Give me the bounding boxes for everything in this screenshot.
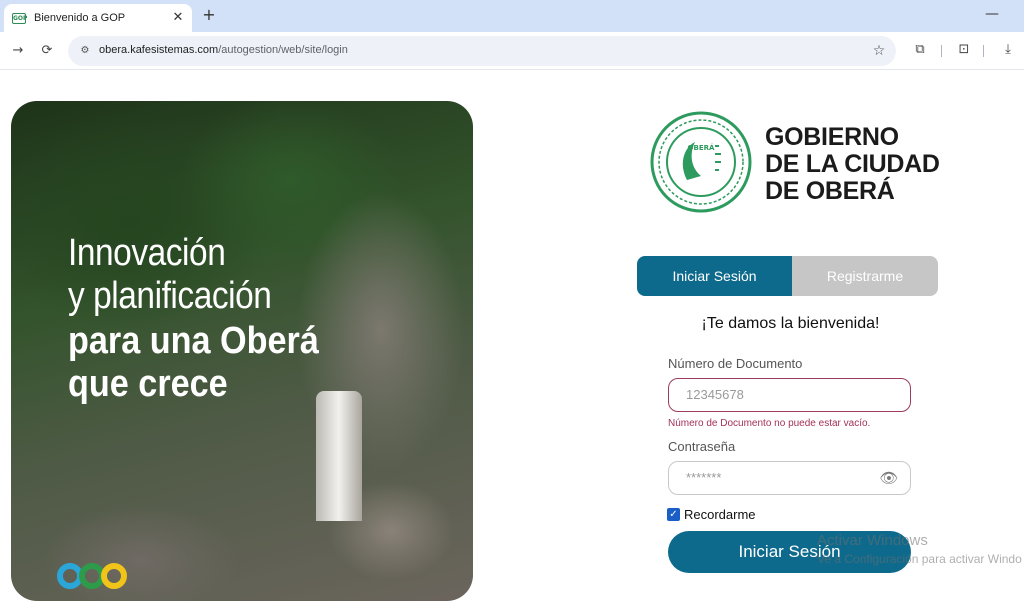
gop-favicon-icon: GOP bbox=[12, 12, 28, 24]
remember-label[interactable]: Recordarme bbox=[684, 507, 756, 522]
auth-tabs: Iniciar Sesión Registrarme bbox=[637, 256, 938, 296]
hero-headline-line4: que crece bbox=[68, 363, 228, 405]
show-password-eye-icon[interactable]: 👁 bbox=[879, 470, 899, 486]
welcome-heading: ¡Te damos la bienvenida! bbox=[701, 315, 880, 332]
close-icon[interactable]: ✕ bbox=[170, 10, 186, 26]
new-tab-icon[interactable]: + bbox=[200, 6, 218, 24]
url-text[interactable]: obera.kafesistemas.com/autogestion/web/s… bbox=[99, 44, 348, 56]
brand-line3: DE OBERÁ bbox=[765, 177, 895, 205]
hero-headline-line1: Innovación bbox=[68, 232, 226, 274]
logo-ring bbox=[101, 563, 127, 589]
remember-checkbox[interactable]: ✓ bbox=[667, 508, 680, 521]
browser-tab-strip: GOP Bienvenido a GOP ✕ + — bbox=[0, 0, 1024, 32]
municipality-name: GOBIERNO DE LA CIUDAD DE OBERÁ bbox=[765, 124, 940, 205]
password-label: Contraseña bbox=[668, 439, 736, 454]
toolbar-divider bbox=[941, 45, 942, 57]
hero-aerial-image: Innovación y planificación para una Ober… bbox=[11, 101, 473, 601]
hero-headline-line2: y planificación bbox=[68, 275, 272, 317]
document-error-message: Número de Documento no puede estar vacío… bbox=[668, 418, 871, 429]
windows-watermark-title: Activar Windows bbox=[817, 532, 928, 549]
minimize-icon[interactable]: — bbox=[984, 6, 1000, 22]
document-input[interactable]: 12345678 bbox=[668, 378, 911, 412]
url-path: /autogestion/web/site/login bbox=[218, 44, 348, 56]
tab-register[interactable]: Registrarme bbox=[792, 256, 938, 296]
windows-watermark-subtitle: Ve a Configuración para activar Windo bbox=[817, 552, 1022, 566]
municipal-seal-icon: OBERÁ bbox=[650, 111, 752, 213]
password-input[interactable]: ******* bbox=[668, 461, 911, 495]
hero-headline-line3: para una Oberá bbox=[68, 320, 319, 362]
document-label: Número de Documento bbox=[668, 356, 803, 371]
screenshot-icon[interactable]: ⊡ bbox=[955, 41, 973, 59]
address-bar[interactable]: ⚙ obera.kafesistemas.com/autogestion/web… bbox=[68, 36, 896, 66]
tab-title: Bienvenido a GOP bbox=[34, 12, 126, 24]
extensions-icon[interactable]: ⧉ bbox=[911, 41, 929, 59]
brand-line1: GOBIERNO bbox=[765, 123, 899, 151]
forward-arrow-icon[interactable]: → bbox=[8, 41, 28, 61]
gop-logo-icon bbox=[57, 555, 137, 589]
browser-toolbar: → ⟳ ⚙ obera.kafesistemas.com/autogestion… bbox=[0, 32, 1024, 70]
bookmark-star-icon[interactable]: ☆ bbox=[870, 42, 888, 60]
hero-tower-building bbox=[316, 391, 362, 521]
download-icon[interactable]: ⤓ bbox=[999, 41, 1017, 59]
url-host: obera.kafesistemas.com bbox=[99, 44, 219, 56]
reload-icon[interactable]: ⟳ bbox=[37, 41, 57, 61]
seal-text: OBERÁ bbox=[688, 143, 715, 152]
toolbar-divider bbox=[983, 45, 984, 57]
brand-line2: DE LA CIUDAD bbox=[765, 150, 940, 178]
browser-tab[interactable]: GOP Bienvenido a GOP ✕ bbox=[4, 4, 192, 32]
tab-login[interactable]: Iniciar Sesión bbox=[637, 256, 792, 296]
site-info-icon[interactable]: ⚙ bbox=[78, 44, 92, 58]
